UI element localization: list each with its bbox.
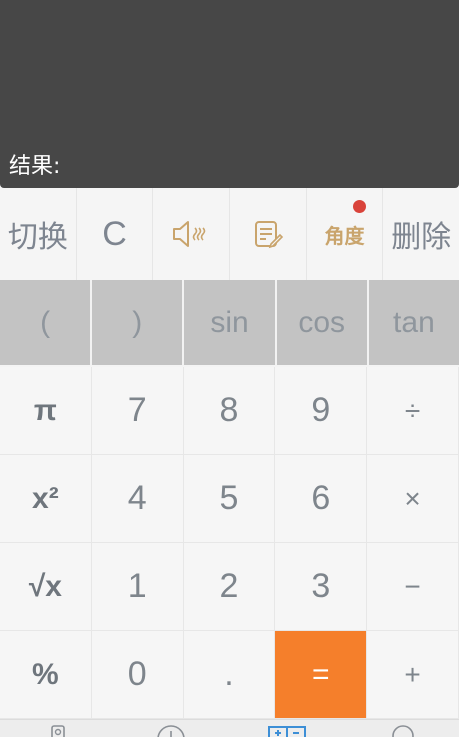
tan-key[interactable]: tan <box>369 280 459 365</box>
subtract-key[interactable]: − <box>367 543 459 631</box>
result-display: 结果: <box>0 0 459 188</box>
search-icon[interactable] <box>389 723 417 737</box>
square-key[interactable]: x² <box>0 455 92 543</box>
digit-0-key[interactable]: 0 <box>91 631 184 719</box>
function-row: ( ) sin cos tan <box>0 280 459 365</box>
contacts-icon[interactable] <box>44 723 72 737</box>
digit-9-key[interactable]: 9 <box>275 367 368 455</box>
clear-button[interactable]: C <box>77 188 154 280</box>
pi-key[interactable]: π <box>0 367 92 455</box>
add-key[interactable]: + <box>367 631 459 719</box>
switch-label: 切换 <box>7 220 68 255</box>
digit-1-key[interactable]: 1 <box>91 543 184 631</box>
cos-key[interactable]: cos <box>277 280 369 365</box>
delete-button[interactable]: 删除 <box>383 188 459 280</box>
percent-key[interactable]: % <box>0 631 92 719</box>
bottom-nav <box>0 719 459 737</box>
decimal-key[interactable]: . <box>183 631 276 719</box>
equals-key[interactable]: = <box>275 631 368 719</box>
history-button[interactable] <box>230 188 307 280</box>
digit-6-key[interactable]: 6 <box>275 455 368 543</box>
divide-key[interactable]: ÷ <box>367 367 459 455</box>
clear-label: C <box>102 214 127 253</box>
angle-label: 角度 <box>324 223 365 248</box>
angle-button[interactable]: 角度 <box>307 188 384 280</box>
switch-button[interactable]: 切换 <box>0 188 77 280</box>
left-paren-key[interactable]: ( <box>0 280 93 365</box>
sqrt-key[interactable]: √x <box>0 543 92 631</box>
digit-3-key[interactable]: 3 <box>275 543 368 631</box>
edit-list-icon <box>254 221 283 249</box>
right-paren-key[interactable]: ) <box>92 280 185 365</box>
sin-key[interactable]: sin <box>184 280 277 365</box>
digit-8-key[interactable]: 8 <box>183 367 276 455</box>
calculator-icon[interactable] <box>267 723 307 737</box>
digit-5-key[interactable]: 5 <box>183 455 276 543</box>
toolbar: 切换 C 角度 删除 <box>0 188 459 280</box>
keypad: π 7 8 9 ÷ x² 4 5 6 × √x 1 2 3 − % 0 . = … <box>0 367 459 719</box>
speaker-icon <box>173 221 206 247</box>
delete-label: 删除 <box>391 220 452 255</box>
digit-4-key[interactable]: 4 <box>91 455 184 543</box>
digit-2-key[interactable]: 2 <box>183 543 276 631</box>
notification-dot <box>353 200 367 213</box>
sound-button[interactable] <box>153 188 231 280</box>
add-icon[interactable] <box>157 723 185 737</box>
digit-7-key[interactable]: 7 <box>91 367 184 455</box>
multiply-key[interactable]: × <box>367 455 459 543</box>
result-label: 结果: <box>9 154 61 179</box>
